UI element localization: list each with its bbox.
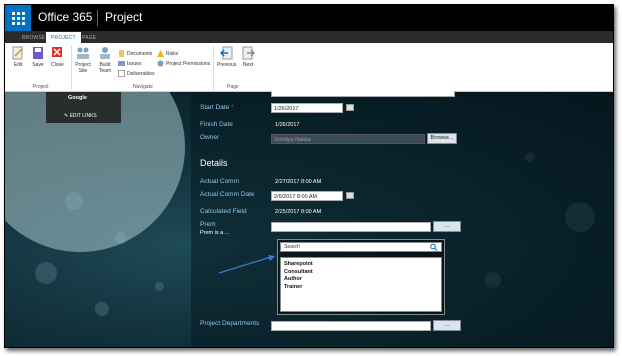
project-permissions-button[interactable]: Project Permissions — [157, 60, 210, 67]
list-item[interactable]: Sharepoint — [281, 261, 441, 269]
description-textarea[interactable] — [271, 91, 455, 97]
project-site-label: Project Site — [75, 62, 91, 74]
ribbon: Edit Save Close Project Site Build Team … — [5, 43, 613, 92]
app-title[interactable]: Project — [105, 10, 142, 24]
project-site-button[interactable]: Project Site — [75, 46, 91, 74]
calculated-field-label: Calculated Field — [200, 208, 247, 215]
group-label-project: Project — [33, 84, 49, 90]
group-separator — [71, 46, 72, 90]
tab-project[interactable]: PROJECT — [46, 32, 81, 43]
browse-button[interactable]: Browse... — [427, 133, 457, 144]
finish-date-value: 1/26/2017 — [275, 122, 300, 128]
search-placeholder: Search — [284, 244, 300, 250]
close-label: Close — [51, 62, 64, 68]
save-label: Save — [32, 62, 44, 68]
edit-button[interactable]: Edit — [12, 46, 24, 68]
prem-label: Prem — [200, 221, 216, 228]
build-team-button[interactable]: Build Team — [97, 46, 113, 74]
deliverables-button[interactable]: Deliverables — [118, 70, 155, 77]
bg-bubble — [155, 282, 164, 291]
prem-description: Prem is a ... — [200, 230, 230, 236]
issues-icon — [118, 61, 125, 66]
ribbon-tabs: BROWSE PROJECT PAGE — [5, 31, 613, 43]
save-button[interactable]: Save — [32, 46, 44, 68]
finish-date-label: Finish Date — [200, 121, 233, 128]
list-item[interactable]: Trainer — [281, 284, 441, 292]
start-date-input[interactable]: 1/26/2017 — [271, 103, 343, 113]
documents-label: Documents — [127, 50, 153, 57]
term-search-input[interactable]: Search — [280, 242, 442, 252]
issues-button[interactable]: Issues — [118, 60, 141, 67]
actual-comm-label: Actual Comm — [200, 178, 240, 185]
calendar-icon[interactable] — [346, 104, 354, 111]
edit-links-button[interactable]: ✎ EDIT LINKS — [64, 113, 97, 119]
prem-picker-button[interactable]: ... — [433, 221, 461, 232]
start-date-label: Start Date * — [200, 104, 234, 111]
owner-label: Owner — [200, 134, 220, 141]
deliverables-label: Deliverables — [127, 70, 155, 77]
documents-icon — [119, 50, 124, 57]
previous-button[interactable]: Previous — [217, 46, 236, 68]
list-item[interactable]: Consultant — [281, 269, 441, 277]
bg-bubble — [65, 192, 83, 210]
warning-icon — [157, 50, 164, 57]
deliverables-icon — [118, 70, 125, 77]
arrow-left-icon — [219, 46, 233, 60]
bg-bubble — [95, 302, 109, 316]
close-icon — [52, 47, 63, 57]
project-departments-picker-button[interactable]: ... — [433, 320, 461, 331]
next-button[interactable]: Next — [241, 46, 255, 68]
owner-input[interactable]: Srividya Nakka — [271, 134, 425, 144]
quick-launch: Google ✎ EDIT LINKS — [46, 92, 121, 123]
permissions-icon — [157, 60, 164, 67]
term-picker-dropdown: Search Sharepoint Consultant Author Trai… — [277, 239, 445, 315]
actual-comm-date-input[interactable]: 2/6/2017 8:00 AM — [271, 191, 343, 201]
search-icon[interactable] — [429, 243, 439, 251]
calendar-icon[interactable] — [346, 192, 354, 199]
actual-comm-date-label: Actual Comm Date — [200, 191, 255, 198]
pencil-icon: ✎ — [64, 113, 69, 119]
sidebar-item-google[interactable]: Google — [68, 95, 87, 101]
project-departments-label: Project Departments — [200, 320, 260, 327]
actual-comm-value: 2/27/2017 8:00 AM — [275, 179, 322, 185]
build-team-label: Build Team — [98, 62, 112, 74]
details-heading: Details — [200, 158, 228, 168]
group-label-navigate: Navigate — [133, 84, 153, 90]
arrow-right-icon — [242, 46, 255, 60]
suite-separator — [97, 10, 98, 26]
edit-icon — [12, 46, 23, 60]
issues-label: Issues — [127, 60, 142, 67]
documents-button[interactable]: Documents — [118, 50, 152, 57]
edit-links-label: EDIT LINKS — [69, 113, 97, 119]
bg-bubble — [115, 232, 127, 244]
risks-label: Risks — [166, 50, 179, 57]
bg-bubble — [35, 262, 57, 284]
app-window: Office 365 Project BROWSE PROJECT PAGE E… — [4, 4, 614, 348]
group-separator — [213, 46, 214, 90]
close-button[interactable]: Close — [51, 46, 64, 68]
app-launcher-button[interactable] — [5, 5, 31, 31]
group-label-page: Page — [227, 84, 239, 90]
term-options-list: Sharepoint Consultant Author Trainer — [280, 257, 442, 312]
project-permissions-label: Project Permissions — [166, 60, 211, 67]
list-item[interactable]: Author — [281, 276, 441, 284]
brand-name[interactable]: Office 365 — [38, 10, 92, 24]
calculated-field-value: 2/25/2017 8:00 AM — [275, 209, 322, 215]
previous-label: Previous — [217, 62, 237, 68]
next-label: Next — [242, 62, 254, 68]
waffle-icon — [11, 11, 25, 25]
risks-button[interactable]: Risks — [157, 50, 178, 57]
prem-input[interactable] — [271, 222, 431, 232]
suite-bar: Office 365 Project — [5, 5, 613, 31]
edit-label: Edit — [13, 62, 23, 68]
project-departments-input[interactable] — [271, 321, 431, 331]
build-team-icon — [100, 47, 110, 59]
save-icon — [33, 47, 43, 59]
project-site-icon — [77, 47, 89, 59]
tab-page[interactable]: PAGE — [77, 32, 101, 43]
